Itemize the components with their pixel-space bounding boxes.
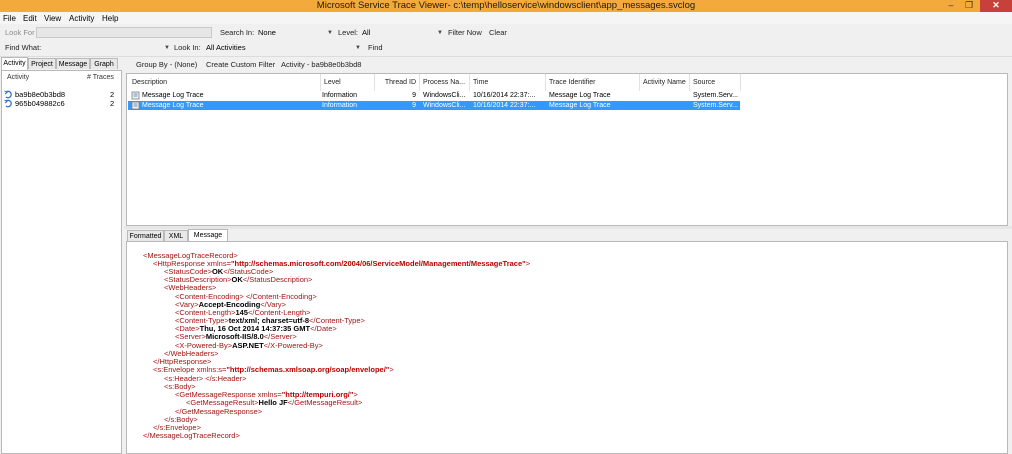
activity-name: 965b049882c6: [15, 99, 65, 108]
clear-button[interactable]: Clear: [489, 27, 507, 39]
chevron-down-icon[interactable]: ▼: [355, 42, 361, 54]
cell-activity-name: [643, 91, 689, 100]
menu-file[interactable]: File: [3, 13, 16, 24]
activity-trace-count: 2: [110, 99, 115, 108]
column-header-process-name[interactable]: Process Na...: [420, 74, 470, 91]
cell-trace-identifier: Message Log Trace: [549, 92, 611, 99]
cell-time: 10/16/2014 22:37:...: [473, 102, 536, 109]
find-what-input[interactable]: [44, 42, 164, 54]
traces-column-header[interactable]: # Traces: [87, 74, 114, 81]
cell-process: WindowsCli...: [423, 92, 466, 99]
group-by-button[interactable]: Group By - (None): [136, 59, 197, 71]
activity-trace-count: 2: [110, 90, 115, 99]
column-header-level[interactable]: Level: [321, 74, 375, 91]
column-header-thread-id[interactable]: Thread ID: [375, 74, 420, 91]
find-what-label: Find What:: [5, 43, 42, 52]
cell-level: Information: [322, 102, 358, 109]
create-custom-filter-button[interactable]: Create Custom Filter: [206, 59, 275, 71]
look-for-input[interactable]: [36, 27, 212, 38]
menu-activity[interactable]: Activity: [69, 13, 94, 24]
cell-thread-id: 9: [412, 102, 416, 109]
search-in-label: Search In:: [220, 28, 255, 37]
chevron-down-icon[interactable]: ▼: [437, 27, 443, 39]
level-select[interactable]: All: [362, 27, 442, 39]
find-button[interactable]: Find: [368, 42, 383, 54]
activity-icon: [4, 99, 12, 108]
search-toolbar: Look For Search In: None ▼ Level: All ▼ …: [0, 24, 1012, 42]
message-xml-view[interactable]: <MessageLogTraceRecord> <HttpResponse xm…: [126, 241, 1008, 454]
level-label: Level:: [338, 28, 359, 37]
minimize-button[interactable]: –: [944, 0, 958, 12]
menu-help[interactable]: Help: [102, 13, 118, 24]
activity-icon: [4, 90, 12, 99]
chevron-down-icon[interactable]: ▼: [327, 27, 333, 39]
xml-line: <GetMessageResult>Hello JF</GetMessageRe…: [186, 398, 363, 407]
list-item[interactable]: 965b049882c6 2: [2, 99, 121, 108]
title-bar[interactable]: Microsoft Service Trace Viewer- c:\temp\…: [0, 0, 1012, 12]
cell-trace-identifier: Message Log Trace: [549, 102, 611, 109]
detail-tab-strip: Formatted XML Message: [126, 229, 426, 242]
left-tab-strip: Activity Project Message Graph: [0, 57, 122, 70]
menu-bar: File Edit View Activity Help: [0, 12, 1012, 24]
find-toolbar: Find What: ▼ Look In: All Activities ▼ F…: [0, 41, 1012, 57]
cell-activity-name: [643, 101, 689, 110]
message-log-icon: [131, 91, 140, 100]
cell-description: Message Log Trace: [142, 92, 204, 99]
menu-view[interactable]: View: [44, 13, 61, 24]
chevron-down-icon[interactable]: ▼: [164, 42, 170, 54]
maximize-button[interactable]: ❐: [962, 0, 976, 12]
table-row[interactable]: Message Log Trace Information 9 WindowsC…: [128, 91, 740, 100]
column-header-trace-identifier[interactable]: Trace Identifier: [546, 74, 640, 91]
window-title: Microsoft Service Trace Viewer- c:\temp\…: [316, 0, 696, 11]
close-button[interactable]: ✕: [980, 0, 1012, 12]
tab-activity[interactable]: Activity: [1, 57, 28, 70]
look-in-label: Look In:: [174, 43, 201, 52]
activity-list: Activity # Traces ba9b8e0b3bd8 2 965b049…: [1, 70, 122, 454]
tab-graph[interactable]: Graph: [90, 58, 118, 69]
column-header-source[interactable]: Source: [690, 74, 741, 91]
menu-edit[interactable]: Edit: [23, 13, 37, 24]
xml-line: <WebHeaders>: [164, 283, 217, 292]
tab-message[interactable]: Message: [56, 58, 90, 69]
table-row[interactable]: Message Log Trace Information 9 WindowsC…: [128, 101, 740, 110]
column-header-time[interactable]: Time: [470, 74, 546, 91]
cell-level: Information: [322, 92, 358, 99]
cell-source: System.Serv...: [693, 102, 738, 109]
look-in-select[interactable]: All Activities: [206, 42, 356, 54]
search-in-select[interactable]: None: [258, 27, 334, 39]
trace-grid: Description Level Thread ID Process Na..…: [126, 73, 1008, 226]
look-for-label: Look For: [5, 28, 35, 37]
activity-name: ba9b8e0b3bd8: [15, 90, 66, 99]
cell-description: Message Log Trace: [142, 102, 204, 109]
xml-line: </MessageLogTraceRecord>: [143, 431, 240, 440]
tab-xml[interactable]: XML: [164, 230, 188, 241]
xml-line: <s:Envelope xmlns:s="http://schemas.xmls…: [153, 365, 394, 374]
cell-source: System.Serv...: [693, 92, 738, 99]
cell-process: WindowsCli...: [423, 102, 466, 109]
list-item[interactable]: ba9b8e0b3bd8 2: [2, 90, 121, 99]
cell-thread-id: 9: [412, 92, 416, 99]
tab-formatted[interactable]: Formatted: [127, 230, 164, 241]
current-activity-label: Activity - ba9b8e0b3bd8: [281, 60, 362, 69]
xml-line: <Server>Microsoft-IIS/8.0</Server>: [175, 332, 297, 341]
column-header-activity-name[interactable]: Activity Name: [640, 74, 690, 91]
filter-now-button[interactable]: Filter Now: [448, 27, 482, 39]
message-log-icon: [131, 101, 140, 110]
activity-column-header[interactable]: Activity: [7, 74, 29, 81]
cell-time: 10/16/2014 22:37:...: [473, 92, 536, 99]
tab-project[interactable]: Project: [28, 58, 56, 69]
column-header-description[interactable]: Description: [129, 74, 321, 91]
grid-toolbar: Group By - (None) Create Custom Filter A…: [124, 57, 1012, 73]
